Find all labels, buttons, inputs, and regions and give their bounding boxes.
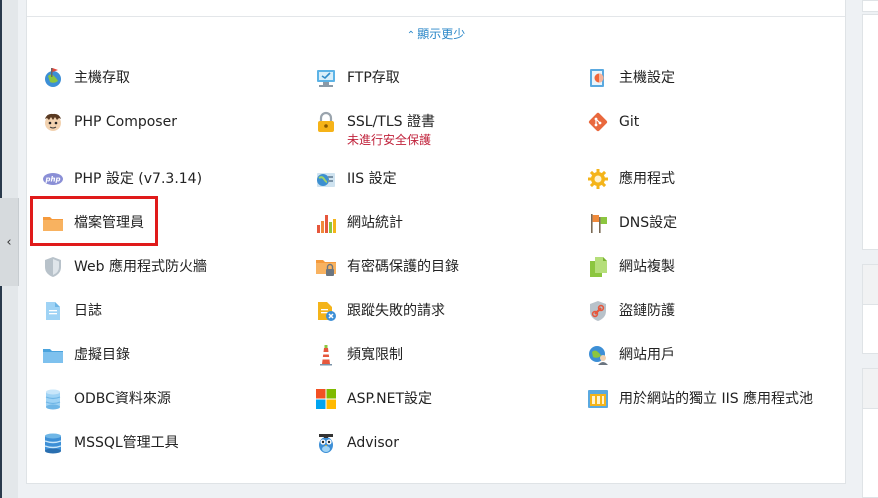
app-pool-icon	[587, 388, 609, 410]
tool-odbc-sources[interactable]: ODBC資料來源	[42, 388, 171, 410]
owl-icon	[315, 432, 337, 454]
gear-icon	[587, 168, 609, 190]
copy-pages-icon	[587, 256, 609, 278]
globe-flag-icon	[42, 67, 64, 89]
tool-label: Web 應用程式防火牆	[74, 259, 207, 275]
tool-mssql-tools[interactable]: MSSQL管理工具	[42, 432, 179, 454]
tool-virtual-directories[interactable]: 虛擬目錄	[42, 344, 130, 366]
shield-icon	[42, 256, 64, 278]
php-icon: php	[42, 168, 64, 190]
database-icon	[42, 388, 64, 410]
trace-document-icon	[315, 300, 337, 322]
globe-user-icon	[587, 344, 609, 366]
iis-icon	[315, 168, 337, 190]
tool-php-composer[interactable]: PHP Composer	[42, 111, 177, 133]
ssl-status-warning: 未進行安全保護	[347, 133, 432, 147]
right-panel-3	[862, 408, 878, 498]
right-panel-2	[862, 304, 878, 354]
tool-label: 主機存取	[74, 70, 130, 86]
tool-label: Git	[619, 114, 640, 130]
tool-failed-request-tracing[interactable]: 跟蹤失敗的請求	[315, 300, 445, 322]
collapse-sidebar-button[interactable]: ‹	[0, 198, 19, 286]
tool-advisor[interactable]: Advisor	[315, 432, 399, 454]
lock-icon	[315, 111, 337, 133]
tool-label: 日誌	[74, 303, 102, 319]
tool-label: 主機設定	[619, 70, 675, 86]
tool-label: ASP.NET設定	[347, 391, 433, 407]
tool-label: PHP 設定 (v7.3.14)	[74, 171, 203, 187]
svg-text:php: php	[44, 176, 60, 184]
tool-web-app-firewall[interactable]: Web 應用程式防火牆	[42, 256, 207, 278]
tool-label: PHP Composer	[74, 114, 177, 130]
tool-dns-settings[interactable]: DNS設定	[587, 212, 677, 234]
dns-flags-icon	[587, 212, 609, 234]
tool-hotlink-protection[interactable]: 盜鏈防護	[587, 300, 675, 322]
tool-label: 網站統計	[347, 215, 403, 231]
tool-password-protected-dirs[interactable]: 有密碼保護的目錄	[315, 256, 459, 278]
divider	[27, 16, 845, 17]
tool-aspnet-settings[interactable]: ASP.NET設定	[315, 388, 432, 410]
server-settings-icon	[587, 67, 609, 89]
show-less-link[interactable]: ⌃ 顯示更少	[27, 25, 845, 42]
tool-label: 頻寬限制	[347, 347, 403, 363]
folder-blue-icon	[42, 344, 64, 366]
tool-label: 虛擬目錄	[74, 347, 130, 363]
chain-shield-icon	[587, 300, 609, 322]
right-panel-3-header	[862, 368, 878, 408]
tool-bandwidth-limiting[interactable]: 頻寬限制	[315, 344, 403, 366]
windows-icon	[315, 388, 337, 410]
chevron-up-icon: ⌃	[406, 30, 416, 41]
tool-website-copy[interactable]: 網站複製	[587, 256, 675, 278]
locked-folder-icon	[315, 256, 337, 278]
right-panel-2-header	[862, 264, 878, 304]
tool-label: Advisor	[347, 435, 400, 451]
chevron-left-icon: ‹	[6, 234, 12, 250]
lighthouse-icon	[315, 344, 337, 366]
tool-label: ODBC資料來源	[74, 391, 171, 407]
tool-php-settings[interactable]: php PHP 設定 (v7.3.14)	[42, 168, 202, 190]
tool-label: 網站複製	[619, 259, 675, 275]
composer-icon	[42, 111, 64, 133]
tool-web-users[interactable]: 網站用戶	[587, 344, 675, 366]
folder-icon	[42, 212, 64, 234]
tool-label: SSL/TLS 證書	[347, 114, 435, 130]
tool-web-statistics[interactable]: 網站統計	[315, 212, 403, 234]
tool-label: 跟蹤失敗的請求	[347, 303, 445, 319]
tool-label: DNS設定	[619, 215, 678, 231]
tool-label: MSSQL管理工具	[74, 435, 179, 451]
tool-label: 有密碼保護的目錄	[347, 259, 459, 275]
tool-label: 網站用戶	[619, 347, 675, 363]
tool-label: 用於網站的獨立 IIS 應用程式池	[619, 391, 814, 407]
tool-label: 盜鏈防護	[619, 303, 675, 319]
right-panel-1	[862, 14, 878, 250]
tool-hosting-access[interactable]: 主機存取	[42, 67, 130, 89]
tool-iis-app-pool[interactable]: 用於網站的獨立 IIS 應用程式池	[587, 388, 813, 410]
tool-ssl-tls[interactable]: SSL/TLS 證書 未進行安全保護	[315, 111, 435, 147]
bar-chart-icon	[315, 212, 337, 234]
document-icon	[42, 300, 64, 322]
tool-file-manager[interactable]: 檔案管理員	[42, 212, 144, 234]
tool-applications[interactable]: 應用程式	[587, 168, 675, 190]
tool-label: IIS 設定	[347, 171, 397, 187]
tool-logs[interactable]: 日誌	[42, 300, 102, 322]
show-less-label: 顯示更少	[417, 27, 466, 41]
tool-label: 檔案管理員	[74, 215, 144, 231]
tool-git[interactable]: Git	[587, 111, 639, 133]
database-stack-icon	[42, 432, 64, 454]
tool-label: FTP存取	[347, 70, 400, 86]
tools-panel: ⌃ 顯示更少 主機存取 FTP存取 主機設定 PHP Composer SSL/T…	[26, 0, 846, 484]
git-icon	[587, 111, 609, 133]
tool-iis-settings[interactable]: IIS 設定	[315, 168, 397, 190]
tool-label: 應用程式	[619, 171, 675, 187]
tool-ftp-access[interactable]: FTP存取	[315, 67, 400, 89]
ftp-monitor-icon	[315, 67, 337, 89]
right-panel-top	[862, 0, 878, 12]
tool-hosting-settings[interactable]: 主機設定	[587, 67, 675, 89]
